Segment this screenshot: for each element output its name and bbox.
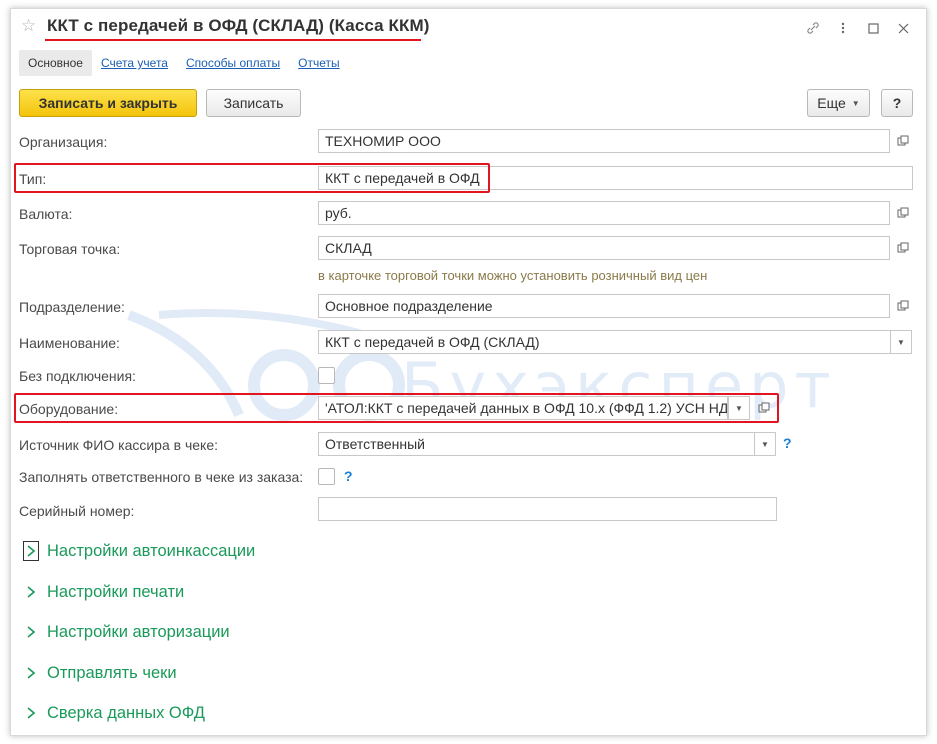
save-button[interactable]: Записать [206, 89, 301, 117]
section-send-receipts[interactable]: Отправлять чеки [23, 663, 177, 683]
chevron-down-icon[interactable]: ▼ [890, 330, 912, 354]
window-title: ККТ с передачей в ОФД (СКЛАД) (Касса ККМ… [47, 16, 430, 35]
chevron-down-icon: ▼ [851, 98, 860, 108]
section-ofd-reconciliation[interactable]: Сверка данных ОФД [23, 703, 205, 723]
cashier-source-label: Источник ФИО кассира в чеке: [19, 437, 219, 453]
section-auto-collection[interactable]: Настройки автоинкассации [23, 541, 255, 561]
star-icon[interactable]: ☆ [21, 16, 36, 36]
maximize-icon[interactable] [858, 17, 888, 39]
title-actions [798, 17, 918, 39]
chevron-right-icon [23, 582, 39, 602]
organization-field[interactable]: ТЕХНОМИР ООО [318, 129, 890, 153]
name-label: Наименование: [19, 335, 120, 351]
help-button[interactable]: ? [881, 89, 913, 117]
organization-label: Организация: [19, 134, 108, 150]
currency-label: Валюта: [19, 206, 73, 222]
save-and-close-button[interactable]: Записать и закрыть [19, 89, 197, 117]
trade-point-label: Торговая точка: [19, 241, 121, 257]
offline-label: Без подключения: [19, 368, 136, 384]
open-icon[interactable] [891, 236, 915, 260]
trade-point-field[interactable]: СКЛАД [318, 236, 890, 260]
fill-responsible-label: Заполнять ответственного в чеке из заказ… [19, 469, 304, 485]
more-label: Еще [817, 95, 846, 111]
tab-accounts[interactable]: Счета учета [92, 50, 177, 76]
link-icon[interactable] [798, 17, 828, 39]
help-icon[interactable]: ? [344, 468, 353, 484]
cashier-source-field[interactable]: Ответственный [318, 432, 755, 456]
offline-checkbox[interactable] [318, 367, 335, 384]
section-label: Отправлять чеки [47, 663, 177, 682]
tab-reports[interactable]: Отчеты [289, 50, 348, 76]
type-highlight [14, 163, 490, 193]
more-button[interactable]: Еще ▼ [807, 89, 870, 117]
chevron-right-icon [23, 703, 39, 723]
chevron-right-icon [23, 541, 39, 561]
serial-label: Серийный номер: [19, 503, 135, 519]
chevron-right-icon [23, 622, 39, 642]
form-window: Бухэксперт ☆ ККТ с передачей в ОФД (СКЛА… [10, 8, 927, 736]
department-field[interactable]: Основное подразделение [318, 294, 890, 318]
fill-responsible-checkbox[interactable] [318, 468, 335, 485]
tab-main[interactable]: Основное [19, 50, 92, 76]
chevron-right-icon [23, 663, 39, 683]
more-vert-icon[interactable] [828, 17, 858, 39]
currency-field[interactable]: руб. [318, 201, 890, 225]
chevron-down-icon[interactable]: ▼ [754, 432, 776, 456]
serial-field[interactable] [318, 497, 777, 521]
open-icon[interactable] [891, 294, 915, 318]
tab-bar: Основное Счета учета Способы оплаты Отче… [19, 49, 349, 77]
name-field[interactable]: ККТ с передачей в ОФД (СКЛАД) [318, 330, 891, 354]
tab-payment-methods[interactable]: Способы оплаты [177, 50, 289, 76]
section-label: Настройки автоинкассации [47, 541, 256, 560]
title-bar: ☆ ККТ с передачей в ОФД (СКЛАД) (Касса К… [11, 9, 926, 45]
section-label: Настройки печати [47, 582, 185, 601]
close-icon[interactable] [888, 17, 918, 39]
title-highlight [45, 39, 421, 41]
open-icon[interactable] [891, 129, 915, 153]
open-icon[interactable] [891, 201, 915, 225]
equipment-highlight [14, 393, 779, 423]
section-label: Настройки авторизации [47, 622, 230, 641]
department-label: Подразделение: [19, 299, 125, 315]
section-label: Сверка данных ОФД [47, 703, 205, 722]
section-print-settings[interactable]: Настройки печати [23, 582, 184, 602]
section-auth-settings[interactable]: Настройки авторизации [23, 622, 230, 642]
trade-point-hint: в карточке торговой точки можно установи… [318, 268, 708, 283]
help-icon[interactable]: ? [783, 435, 792, 451]
